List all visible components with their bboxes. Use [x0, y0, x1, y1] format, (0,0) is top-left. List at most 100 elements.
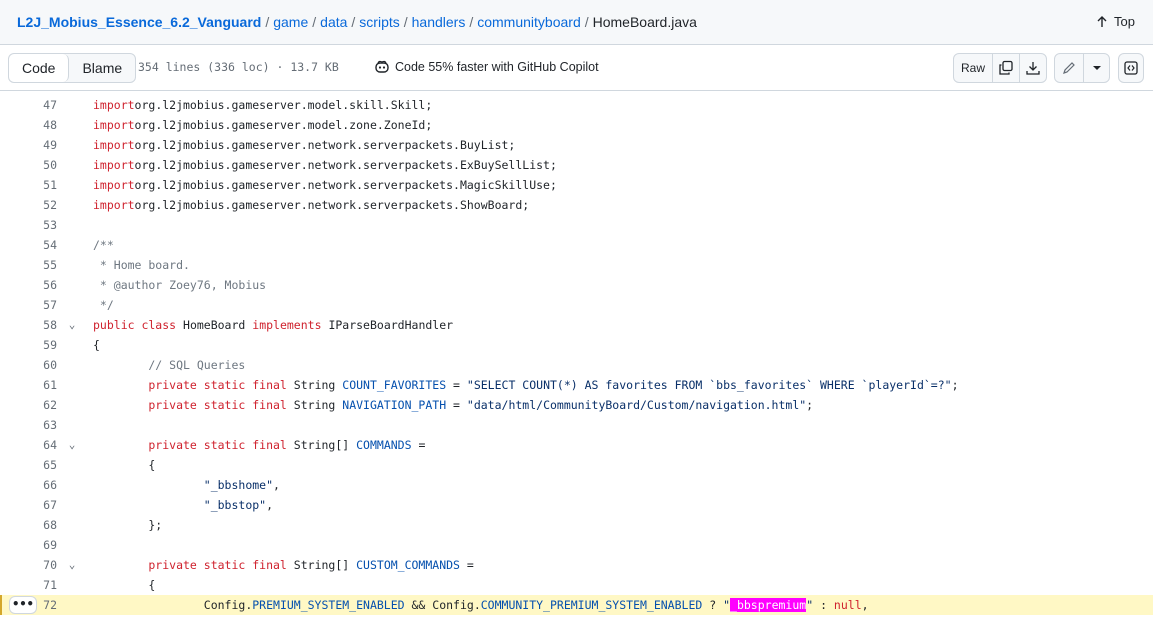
line-number[interactable]: 48	[0, 115, 57, 135]
code-line: 49 importorg.l2jmobius.gameserver.network…	[0, 135, 1153, 155]
code-text: * Home board.	[93, 255, 190, 275]
line-number[interactable]: 66	[0, 475, 57, 495]
breadcrumb-separator: /	[312, 14, 317, 30]
code-line: 68 };	[0, 515, 1153, 535]
line-number[interactable]: 57	[0, 295, 57, 315]
code-line: 71 {	[0, 575, 1153, 595]
code-token: */	[93, 298, 114, 312]
line-number[interactable]: 54	[0, 235, 57, 255]
line-number[interactable]: 64	[0, 435, 57, 455]
code-line: 54 /**	[0, 235, 1153, 255]
line-number[interactable]: 65	[0, 455, 57, 475]
code-line: 53	[0, 215, 1153, 235]
code-text: {	[93, 455, 155, 475]
copy-icon	[999, 60, 1013, 75]
code-text: private static final String COUNT_FAVORI…	[93, 375, 958, 395]
line-number[interactable]: 61	[0, 375, 57, 395]
breadcrumb-separator: /	[265, 14, 270, 30]
code-token: =	[411, 438, 426, 452]
symbols-button[interactable]	[1118, 53, 1144, 83]
code-text: /**	[93, 235, 114, 255]
line-number[interactable]: 70	[0, 555, 57, 575]
code-text: importorg.l2jmobius.gameserver.network.s…	[93, 135, 515, 155]
code-text: private static final String NAVIGATION_P…	[93, 395, 813, 415]
code-token: };	[93, 518, 163, 532]
copilot-promo[interactable]: Code 55% faster with GitHub Copilot	[374, 60, 599, 74]
line-number[interactable]: 69	[0, 535, 57, 555]
line-number[interactable]: 72	[0, 595, 57, 615]
line-number[interactable]: 71	[0, 575, 57, 595]
line-number[interactable]: 62	[0, 395, 57, 415]
fold-chevron-icon[interactable]: ⌄	[64, 435, 80, 455]
line-number[interactable]: 55	[0, 255, 57, 275]
breadcrumb-link-scripts[interactable]: scripts	[359, 14, 399, 30]
fold-chevron-icon[interactable]: ⌄	[64, 315, 80, 335]
edit-button[interactable]	[1054, 53, 1084, 83]
code-token: private static final	[93, 558, 287, 572]
breadcrumb-link-game[interactable]: game	[273, 14, 308, 30]
code-line: 48 importorg.l2jmobius.gameserver.model.z…	[0, 115, 1153, 135]
code-token: private static final	[93, 378, 287, 392]
code-token: =	[446, 398, 467, 412]
code-token: "	[723, 598, 731, 612]
breadcrumb-link-data[interactable]: data	[320, 14, 347, 30]
code-token: import	[93, 178, 135, 192]
code-token: String[]	[286, 558, 357, 572]
code-token: import	[93, 158, 135, 172]
code-token: :	[813, 598, 834, 612]
code-token: HomeBoard	[176, 318, 253, 332]
code-text: public class HomeBoard implements IParse…	[93, 315, 453, 335]
code-token: org.l2jmobius.gameserver.network.serverp…	[134, 178, 557, 192]
code-text: "_bbstop",	[93, 495, 273, 515]
code-line: 61 private static final String COUNT_FAV…	[0, 375, 1153, 395]
code-token: IParseBoardHandler	[321, 318, 454, 332]
line-number[interactable]: 58	[0, 315, 57, 335]
breadcrumb-repo-link[interactable]: L2J_Mobius_Essence_6.2_Vanguard	[17, 14, 261, 30]
line-number[interactable]: 47	[0, 95, 57, 115]
line-number[interactable]: 53	[0, 215, 57, 235]
code-token: ;	[806, 398, 814, 412]
breadcrumb-link-communityboard[interactable]: communityboard	[477, 14, 581, 30]
code-line-highlighted: ••• 72 Config.PREMIUM_SYSTEM_ENABLED && C…	[0, 595, 1153, 615]
code-token: org.l2jmobius.gameserver.network.serverp…	[134, 158, 557, 172]
top-button-label: Top	[1114, 14, 1135, 29]
code-token: CUSTOM_COMMANDS	[356, 558, 460, 572]
code-text: };	[93, 515, 162, 535]
code-token: null	[833, 598, 862, 612]
file-meta: 354 lines (336 loc) · 13.7 KB	[138, 60, 339, 74]
line-number[interactable]: 60	[0, 355, 57, 375]
line-number[interactable]: 67	[0, 495, 57, 515]
code-line: 59 {	[0, 335, 1153, 355]
copy-button[interactable]	[992, 53, 1020, 83]
line-number[interactable]: 56	[0, 275, 57, 295]
code-token: {	[93, 458, 156, 472]
download-button[interactable]	[1019, 53, 1047, 83]
code-text: importorg.l2jmobius.gameserver.network.s…	[93, 195, 529, 215]
code-line: 58 ⌄ public class HomeBoard implements IPa…	[0, 315, 1153, 335]
breadcrumb-separator: /	[403, 14, 408, 30]
code-line: 55 * Home board.	[0, 255, 1153, 275]
code-token: * Home board.	[93, 258, 190, 272]
file-toolbar: Code Blame 354 lines (336 loc) · 13.7 KB…	[0, 45, 1153, 91]
arrow-up-icon	[1097, 15, 1107, 27]
edit-dropdown-button[interactable]	[1083, 53, 1110, 83]
code-tab[interactable]: Code	[9, 54, 70, 82]
code-token: import	[93, 138, 135, 152]
line-number[interactable]: 49	[0, 135, 57, 155]
triangle-down-icon	[1092, 66, 1101, 70]
fold-chevron-icon[interactable]: ⌄	[64, 555, 80, 575]
line-number[interactable]: 51	[0, 175, 57, 195]
code-line: 70 ⌄ private static final String[] CUSTOM…	[0, 555, 1153, 575]
line-number[interactable]: 68	[0, 515, 57, 535]
line-number[interactable]: 50	[0, 155, 57, 175]
code-token: "SELECT COUNT(*) AS favorites FROM `bbs_…	[466, 378, 952, 392]
code-token: "_bbstop"	[93, 498, 267, 512]
line-number[interactable]: 63	[0, 415, 57, 435]
line-number[interactable]: 52	[0, 195, 57, 215]
breadcrumb-link-handlers[interactable]: handlers	[412, 14, 466, 30]
blame-tab[interactable]: Blame	[69, 54, 135, 82]
code-token: org.l2jmobius.gameserver.model.skill.Ski…	[134, 98, 433, 112]
line-number[interactable]: 59	[0, 335, 57, 355]
top-button[interactable]: Top	[1096, 14, 1135, 29]
raw-button[interactable]: Raw	[953, 53, 993, 83]
